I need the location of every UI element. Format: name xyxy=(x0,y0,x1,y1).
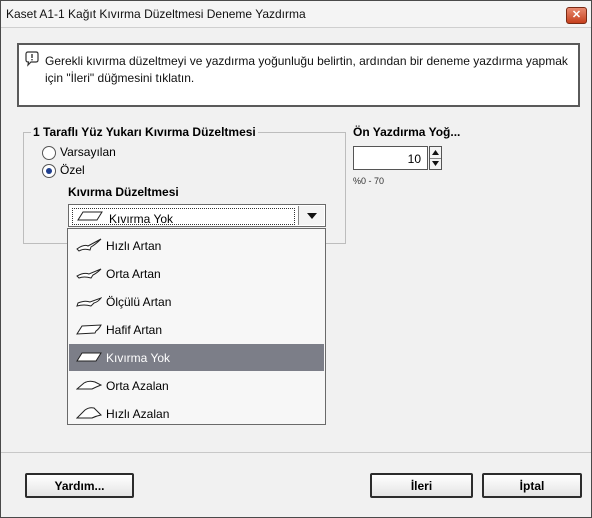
dropdown-item-orta-artan[interactable]: Orta Artan xyxy=(69,260,324,287)
dropdown-item-label: Hafif Artan xyxy=(106,323,163,337)
speech-bubble-info-icon xyxy=(25,51,39,67)
help-button[interactable]: Yardım... xyxy=(25,473,134,498)
dialog-window: Kaset A1-1 Kağıt Kıvırma Düzeltmesi Dene… xyxy=(0,0,592,518)
dropdown-item-label: Orta Artan xyxy=(106,267,161,281)
instruction-text: Gerekli kıvırma düzeltmeyi ve yazdırma y… xyxy=(45,54,568,85)
dropdown-item-label: Kıvırma Yok xyxy=(106,351,171,365)
dropdown-item-label: Hızlı Artan xyxy=(106,239,162,253)
close-button[interactable]: ✕ xyxy=(566,7,587,24)
print-density-range: %0 - 70 xyxy=(353,176,385,186)
flat-paper-icon xyxy=(77,211,103,221)
dropdown-item-label: Ölçülü Artan xyxy=(106,295,172,309)
curl-down-medium-icon xyxy=(76,380,102,390)
window-title: Kaset A1-1 Kağıt Kıvırma Düzeltmesi Dene… xyxy=(6,7,306,21)
radio-default-label[interactable]: Varsayılan xyxy=(60,145,116,159)
title-bar: Kaset A1-1 Kağıt Kıvırma Düzeltmesi Dene… xyxy=(1,1,591,28)
flat-paper-icon xyxy=(76,352,102,362)
print-density-input[interactable]: 10 xyxy=(353,146,428,170)
curl-down-strong-icon xyxy=(76,407,102,419)
instruction-box: Gerekli kıvırma düzeltmeyi ve yazdırma y… xyxy=(17,43,580,107)
dropdown-item-kivirma-yok[interactable]: Kıvırma Yok xyxy=(69,344,324,371)
print-density-title: Ön Yazdırma Yoğ... xyxy=(353,125,461,139)
dropdown-item-olculu-artan[interactable]: Ölçülü Artan xyxy=(69,288,324,315)
dropdown-item-label: Orta Azalan xyxy=(106,379,169,393)
curl-correction-label: Kıvırma Düzeltmesi xyxy=(68,185,179,199)
curl-up-moderate-icon xyxy=(76,297,102,307)
chevron-down-icon[interactable] xyxy=(298,206,324,225)
radio-custom[interactable] xyxy=(42,164,56,178)
curl-up-light-icon xyxy=(76,324,102,335)
select-focus-box: Kıvırma Yok xyxy=(72,208,295,226)
curl-dropdown-list: Hızlı Artan Orta Artan Ölçülü Artan Hafi… xyxy=(67,228,326,425)
select-value: Kıvırma Yok xyxy=(109,212,174,226)
dropdown-item-hizli-artan[interactable]: Hızlı Artan xyxy=(69,232,324,259)
radio-default[interactable] xyxy=(42,146,56,160)
curl-correction-select[interactable]: Kıvırma Yok xyxy=(68,204,326,227)
footer-separator xyxy=(1,452,591,453)
next-button[interactable]: İleri xyxy=(370,473,473,498)
dropdown-item-label: Hızlı Azalan xyxy=(106,407,170,421)
dropdown-item-hizli-azalan[interactable]: Hızlı Azalan xyxy=(69,400,324,427)
radio-custom-label[interactable]: Özel xyxy=(60,163,85,177)
chevron-down-icon[interactable] xyxy=(430,158,441,169)
curl-up-strong-icon xyxy=(76,238,102,252)
dropdown-item-orta-azalan[interactable]: Orta Azalan xyxy=(69,372,324,399)
cancel-button[interactable]: İptal xyxy=(482,473,582,498)
print-density-value: 10 xyxy=(407,152,421,166)
dropdown-item-hafif-artan[interactable]: Hafif Artan xyxy=(69,316,324,343)
curl-up-medium-icon xyxy=(76,268,102,279)
print-density-stepper[interactable] xyxy=(429,146,442,170)
curl-group-title: 1 Taraflı Yüz Yukarı Kıvırma Düzeltmesi xyxy=(31,125,258,139)
